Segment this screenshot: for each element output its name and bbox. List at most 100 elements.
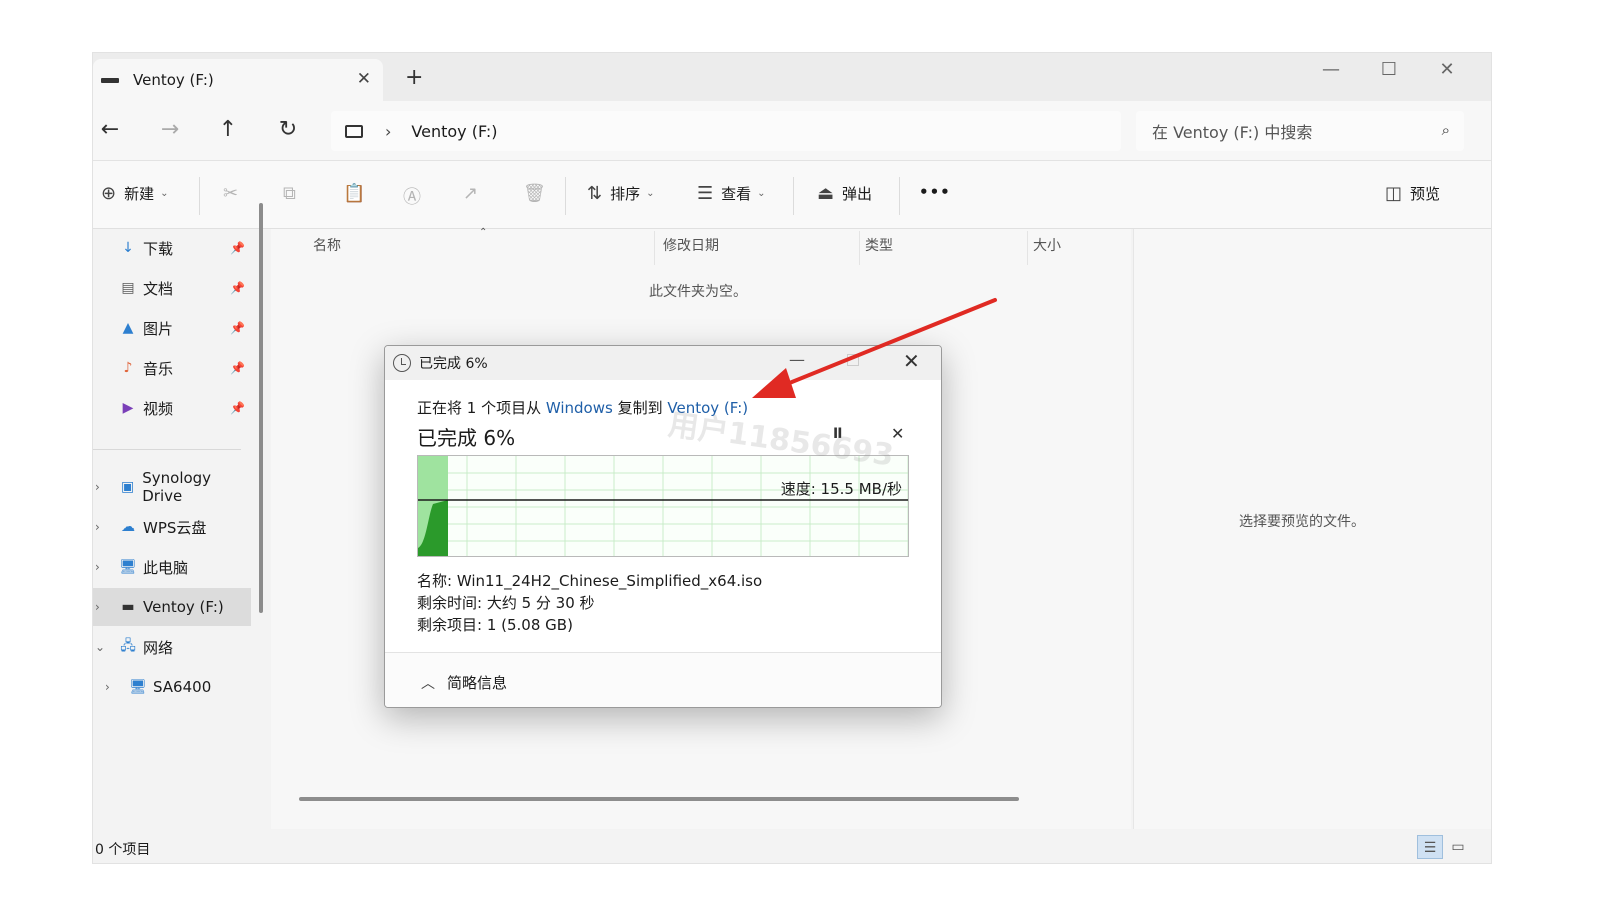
item-count: 0 个项目 (95, 842, 151, 858)
up-button[interactable]: ↑ (213, 117, 243, 142)
tab-close-icon[interactable]: ✕ (357, 69, 371, 89)
sidebar-item-quick[interactable]: ▤ 文档 📌 (93, 269, 251, 307)
search-input[interactable]: 在 Ventoy (F:) 中搜索 ⌕ (1136, 111, 1464, 151)
pin-icon[interactable]: 📌 (230, 281, 245, 295)
new-tab-button[interactable]: + (405, 65, 423, 90)
address-path[interactable]: Ventoy (F:) (411, 122, 497, 141)
minimize-button[interactable]: — (1311, 59, 1351, 80)
expand-chevron-icon[interactable]: › (105, 680, 110, 694)
share-button[interactable]: ↗ (463, 183, 486, 204)
preview-label: 预览 (1410, 185, 1441, 203)
rename-button[interactable]: Ⓐ (403, 183, 429, 209)
maximize-button[interactable]: ☐ (1369, 59, 1409, 80)
more-icon: ••• (919, 183, 951, 201)
expand-chevron-icon[interactable]: › (95, 480, 100, 494)
sidebar-item-label: WPS云盘 (143, 518, 207, 537)
expand-chevron-icon[interactable]: › (95, 520, 100, 534)
sidebar-item-label: 下载 (143, 239, 174, 258)
clock-icon (393, 354, 411, 372)
address-bar[interactable]: › Ventoy (F:) (331, 111, 1121, 151)
copy-button[interactable]: ⧉ (283, 183, 304, 204)
expand-chevron-icon[interactable]: › (95, 560, 100, 574)
sidebar-item-label: Synology Drive (142, 469, 212, 505)
drive-icon (101, 77, 119, 83)
sort-label: 排序 (610, 185, 641, 203)
fewer-details-button[interactable]: ︿ 简略信息 (421, 672, 507, 693)
chevron-up-icon: ︿ (421, 675, 435, 692)
pin-icon[interactable]: 📌 (230, 361, 245, 375)
tab-ventoy[interactable]: Ventoy (F:) ✕ (93, 59, 383, 101)
column-separator[interactable] (654, 231, 655, 265)
tiles-view-icon[interactable]: ▭ (1445, 835, 1471, 859)
eject-icon: ⏏ (817, 183, 835, 204)
more-button[interactable]: ••• (919, 183, 951, 201)
sidebar-tree-item[interactable]: › 🖥 SA6400 (93, 668, 251, 706)
items-remaining: 剩余项目: 1 (5.08 GB) (417, 616, 573, 634)
close-window-button[interactable]: ✕ (1427, 59, 1467, 80)
sidebar-tree-item[interactable]: › ▬ Ventoy (F:) (93, 588, 251, 626)
sidebar-tree-item[interactable]: › ▣ Synology Drive (93, 468, 251, 506)
sidebar-tree-item[interactable]: › 🖥 此电脑 (93, 548, 251, 586)
time-remaining: 剩余时间: 大约 5 分 30 秒 (417, 594, 595, 612)
preview-pane-button[interactable]: ◫ 预览 (1385, 183, 1440, 204)
sidebar-item-quick[interactable]: ▲ 图片 📌 (93, 309, 251, 347)
scissors-icon: ✂ (223, 183, 239, 204)
dialog-close-button[interactable]: ✕ (903, 349, 920, 373)
copy-icon: ⧉ (283, 183, 296, 204)
sidebar-item-label: 此电脑 (143, 558, 189, 577)
folder-icon: ▤ (121, 280, 135, 296)
divider (899, 177, 900, 215)
source-link[interactable]: Windows (546, 399, 613, 417)
horizontal-scrollbar[interactable] (299, 797, 1019, 801)
sidebar-item-quick[interactable]: ↓ 下载 📌 (93, 229, 251, 267)
sidebar-item-label: SA6400 (153, 678, 212, 696)
rename-icon: Ⓐ (403, 187, 421, 208)
dialog-title: 已完成 6% (419, 356, 488, 372)
sort-icon: ⇅ (587, 183, 603, 204)
navigation-pane: ↓ 下载 📌 ▤ 文档 📌 ▲ 图片 📌 ♪ 音乐 📌 ▶ 视频 📌 › ▣ Synology Drive › ☁ W… (93, 229, 259, 829)
refresh-button[interactable]: ↻ (273, 117, 303, 142)
chevron-down-icon: ⌄ (757, 188, 766, 199)
details-view-icon[interactable]: ☰ (1417, 835, 1443, 859)
search-icon[interactable]: ⌕ (1442, 121, 1450, 139)
divider (565, 177, 566, 215)
eject-button[interactable]: ⏏ 弹出 (817, 183, 872, 204)
address-row: ← → ↑ ↻ › Ventoy (F:) 在 Ventoy (F:) 中搜索 … (93, 101, 1491, 161)
dialog-footer: ︿ 简略信息 (385, 652, 941, 707)
view-button[interactable]: ☰ 查看 ⌄ (697, 183, 766, 204)
sidebar-tree-item[interactable]: › ☁ WPS云盘 (93, 508, 251, 546)
divider (199, 177, 200, 215)
forward-button[interactable]: → (155, 117, 185, 142)
trash-icon: 🗑 (523, 183, 546, 204)
sidebar-scrollbar[interactable] (259, 203, 263, 613)
column-separator[interactable] (859, 231, 860, 265)
transfer-speed: 速度: 15.5 MB/秒 (780, 480, 902, 498)
expand-chevron-icon[interactable]: › (95, 600, 100, 614)
column-header-name[interactable]: 名称 (313, 235, 341, 255)
column-header-type[interactable]: 类型 (865, 235, 893, 255)
sort-button[interactable]: ⇅ 排序 ⌄ (587, 183, 655, 204)
dialog-minimize-button[interactable]: — (789, 350, 805, 369)
dialog-title-bar: 已完成 6% — ✕ (385, 346, 941, 380)
cut-button[interactable]: ✂ (223, 183, 246, 204)
desc-prefix: 正在将 1 个项目从 (417, 399, 546, 417)
sidebar-tree-item[interactable]: ⌄ 🖧 网络 (93, 628, 251, 666)
pin-icon[interactable]: 📌 (230, 321, 245, 335)
tab-bar: Ventoy (F:) ✕ + — ☐ ✕ (93, 53, 1491, 101)
sidebar-item-label: Ventoy (F:) (143, 598, 224, 616)
sidebar-item-quick[interactable]: ♪ 音乐 📌 (93, 349, 251, 387)
preview-message: 选择要预览的文件。 (1239, 514, 1365, 530)
back-button[interactable]: ← (95, 117, 125, 142)
new-button[interactable]: ⊕ 新建 ⌄ (101, 183, 169, 204)
column-header-date[interactable]: 修改日期 (663, 235, 719, 255)
pin-icon[interactable]: 📌 (230, 241, 245, 255)
sidebar-item-quick[interactable]: ▶ 视频 📌 (93, 389, 251, 427)
pin-icon[interactable]: 📌 (230, 401, 245, 415)
chevron-down-icon: ⌄ (646, 188, 655, 199)
column-separator[interactable] (1027, 231, 1028, 265)
delete-button[interactable]: 🗑 (523, 183, 554, 204)
column-header-size[interactable]: 大小 (1033, 235, 1061, 255)
file-name: 名称: Win11_24H2_Chinese_Simplified_x64.is… (417, 572, 763, 590)
expand-chevron-icon[interactable]: ⌄ (95, 640, 105, 654)
paste-button[interactable]: 📋 (343, 183, 373, 204)
